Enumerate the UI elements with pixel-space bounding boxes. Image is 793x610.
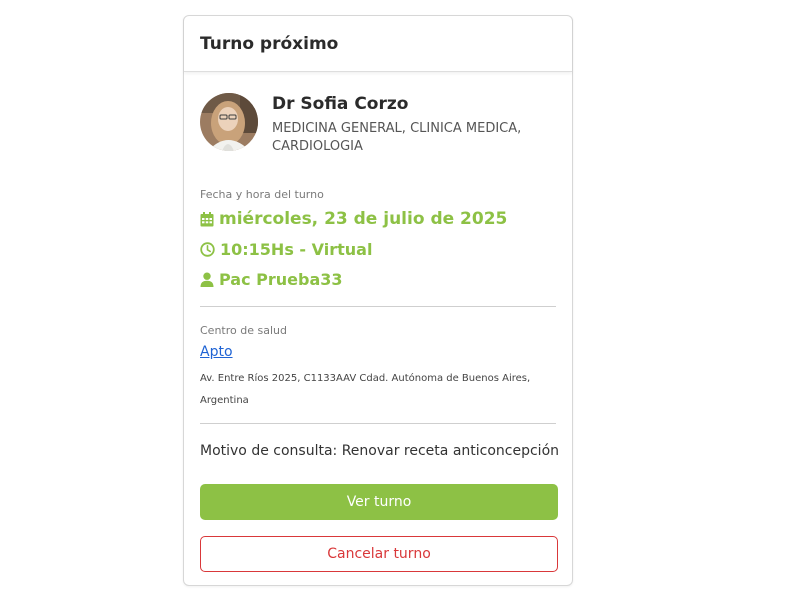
calendar-icon [200,211,214,227]
clock-icon [200,242,215,257]
divider [200,306,556,307]
appointment-patient-text: Pac Prueba33 [219,270,343,289]
cancel-appointment-button[interactable]: Cancelar turno [200,536,558,572]
user-icon [200,272,214,287]
appointment-time: 10:15Hs - Virtual [200,240,372,259]
appointment-time-text: 10:15Hs - Virtual [220,240,373,259]
appointment-date: miércoles, 23 de julio de 2025 [200,209,507,229]
divider [200,423,556,424]
center-link[interactable]: Apto [200,344,233,360]
card-header: Turno próximo [184,16,572,72]
appointment-date-text: miércoles, 23 de julio de 2025 [219,209,508,229]
view-appointment-button[interactable]: Ver turno [200,484,558,520]
appointment-patient: Pac Prueba33 [200,270,343,289]
appointment-label: Fecha y hora del turno [200,188,324,201]
center-label: Centro de salud [200,324,287,337]
appointment-card: Turno próximo Dr Sofia Corzo MEDICINA GE… [183,15,573,586]
doctor-info: Dr Sofia Corzo MEDICINA GENERAL, CLINICA… [272,93,552,156]
card-title: Turno próximo [200,33,339,54]
doctor-avatar [200,93,258,151]
center-address: Av. Entre Ríos 2025, C1133AAV Cdad. Autó… [200,373,531,406]
consultation-reason: Motivo de consulta: Renovar receta antic… [200,443,560,459]
doctor-section: Dr Sofia Corzo MEDICINA GENERAL, CLINICA… [200,93,556,156]
doctor-specialties: MEDICINA GENERAL, CLINICA MEDICA, CARDIO… [272,121,522,154]
doctor-name: Dr Sofia Corzo [272,94,409,114]
